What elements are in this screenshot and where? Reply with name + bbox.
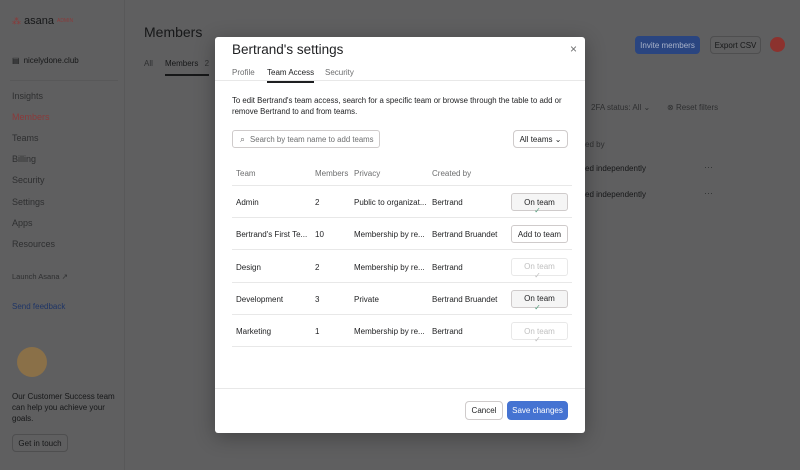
table-row: Marketing 1 Membership by re... Bertrand… xyxy=(232,315,572,348)
filter-label: All teams xyxy=(519,134,553,144)
team-members: 3 xyxy=(315,294,320,304)
2fa-filter[interactable]: 2FA status: All ⌄ xyxy=(591,103,650,112)
sidebar-item-billing[interactable]: Billing xyxy=(12,154,36,164)
clear-icon: ⊗ xyxy=(667,103,674,112)
member-row-text: ed independently xyxy=(585,190,646,199)
sidebar-item-teams[interactable]: Teams xyxy=(12,133,39,143)
team-search-input[interactable]: ⌕ Search by team name to add teams xyxy=(232,130,380,148)
get-in-touch-button[interactable]: Get in touch xyxy=(12,434,68,452)
team-name: Development xyxy=(236,294,284,304)
tab-members[interactable]: Members 2 xyxy=(165,59,210,76)
team-created-by: Bertrand xyxy=(432,262,463,272)
col-members: Members xyxy=(315,169,349,178)
admin-badge: ADMIN xyxy=(56,18,74,24)
reset-filters-button[interactable]: ⊗ Reset filters xyxy=(667,103,718,112)
logo: ⁂ asana ADMIN xyxy=(12,15,73,27)
user-avatar[interactable] xyxy=(770,37,785,52)
team-created-by: Bertrand xyxy=(432,327,463,337)
sidebar-item-members[interactable]: Members xyxy=(12,112,50,122)
team-action-button[interactable]: ✓ On team xyxy=(511,193,568,215)
col-privacy: Privacy xyxy=(354,169,381,178)
table-row: Development 3 Private Bertrand Bruandet … xyxy=(232,283,572,315)
check-icon: ✓ xyxy=(534,270,541,280)
check-icon: ✓ xyxy=(534,335,541,345)
column-header-partial: ed by xyxy=(585,140,605,149)
cs-text: Our Customer Success team can help you a… xyxy=(12,392,115,423)
check-icon: ✓ xyxy=(534,206,541,215)
team-members: 2 xyxy=(315,262,320,272)
sidebar-item-insights[interactable]: Insights xyxy=(12,91,43,101)
team-name: Bertrand's First Te... xyxy=(236,230,308,240)
col-created-by: Created by xyxy=(432,169,472,178)
settings-modal: Bertrand's settings × Profile Team Acces… xyxy=(215,37,585,433)
asana-logo-icon: ⁂ xyxy=(12,15,21,26)
modal-title: Bertrand's settings xyxy=(232,42,344,57)
team-action-button: ✓ On team xyxy=(511,322,568,344)
logo-text: asana xyxy=(24,15,54,27)
team-privacy: Public to organizat... xyxy=(354,198,427,207)
sidebar-item-settings[interactable]: Settings xyxy=(12,197,45,207)
tab-members-label: Members xyxy=(165,59,199,68)
team-members: 2 xyxy=(315,198,320,207)
table-row: Design 2 Membership by re... Bertrand ✓ O… xyxy=(232,251,572,283)
launch-asana-link[interactable]: Launch Asana ↗ xyxy=(12,272,68,281)
more-icon[interactable]: ··· xyxy=(704,188,713,198)
customer-success-avatar xyxy=(17,347,47,377)
export-csv-button[interactable]: Export CSV xyxy=(710,36,761,54)
team-privacy: Membership by re... xyxy=(354,230,425,240)
table-row: Bertrand's First Te... 10 Membership by … xyxy=(232,218,572,251)
chevron-down-icon: ⌄ xyxy=(643,103,651,112)
page-title: Members xyxy=(144,24,203,40)
tab-all[interactable]: All xyxy=(144,59,153,68)
reset-label: Reset filters xyxy=(675,103,719,112)
sidebar-item-resources[interactable]: Resources xyxy=(12,239,55,249)
team-members: 1 xyxy=(315,327,320,337)
team-action-button[interactable]: ✓ On team xyxy=(511,289,568,312)
team-created-by: Bertrand Bruandet xyxy=(432,230,498,240)
team-members: 10 xyxy=(315,230,324,240)
check-icon: ✓ xyxy=(534,302,541,312)
save-changes-button[interactable]: Save changes xyxy=(507,401,568,420)
team-action-button[interactable]: Add to team xyxy=(511,225,568,244)
team-name: Admin xyxy=(236,198,259,207)
external-link-icon: ↗ xyxy=(61,272,68,281)
members-count: 2 xyxy=(204,59,210,68)
send-feedback-link[interactable]: Send feedback xyxy=(12,302,65,311)
close-icon[interactable]: × xyxy=(570,42,577,56)
cancel-button[interactable]: Cancel xyxy=(465,401,503,420)
member-row-text: ed independently xyxy=(585,164,646,173)
team-name: Design xyxy=(236,262,261,272)
divider xyxy=(215,80,585,81)
more-icon[interactable]: ··· xyxy=(704,162,713,172)
sidebar: ⁂ asana ADMIN ▤ nicelydone.club Insights … xyxy=(0,0,125,470)
team-action-button: ✓ On team xyxy=(511,257,568,280)
tab-security[interactable]: Security xyxy=(325,68,354,77)
col-team: Team xyxy=(236,169,256,178)
team-privacy: Membership by re... xyxy=(354,262,425,272)
2fa-label: 2FA status: All xyxy=(591,103,642,112)
table-header: Team Members Privacy Created by xyxy=(232,162,572,186)
sidebar-item-security[interactable]: Security xyxy=(12,175,45,185)
team-privacy: Membership by re... xyxy=(354,327,425,337)
description: To edit Bertrand's team access, search f… xyxy=(232,96,562,116)
table-row: Admin 2 Public to organizat... Bertrand … xyxy=(232,186,572,218)
chevron-down-icon: ⌄ xyxy=(554,134,562,144)
divider xyxy=(215,388,585,389)
divider xyxy=(10,80,118,81)
tab-profile[interactable]: Profile xyxy=(232,68,255,77)
sidebar-item-apps[interactable]: Apps xyxy=(12,218,33,228)
invite-members-button[interactable]: Invite members xyxy=(635,36,700,54)
building-icon: ▤ xyxy=(12,56,20,65)
org-name[interactable]: ▤ nicelydone.club xyxy=(12,56,79,65)
launch-label: Launch Asana xyxy=(12,272,60,281)
search-placeholder: Search by team name to add teams xyxy=(250,134,374,144)
search-icon: ⌕ xyxy=(240,133,246,144)
org-label: nicelydone.club xyxy=(23,56,79,65)
team-name: Marketing xyxy=(236,327,272,337)
action-label: Add to team xyxy=(517,229,562,239)
all-teams-dropdown[interactable]: All teams ⌄ xyxy=(513,130,568,148)
team-created-by: Bertrand Bruandet xyxy=(432,294,498,304)
team-privacy: Private xyxy=(354,294,379,304)
team-created-by: Bertrand xyxy=(432,198,463,207)
